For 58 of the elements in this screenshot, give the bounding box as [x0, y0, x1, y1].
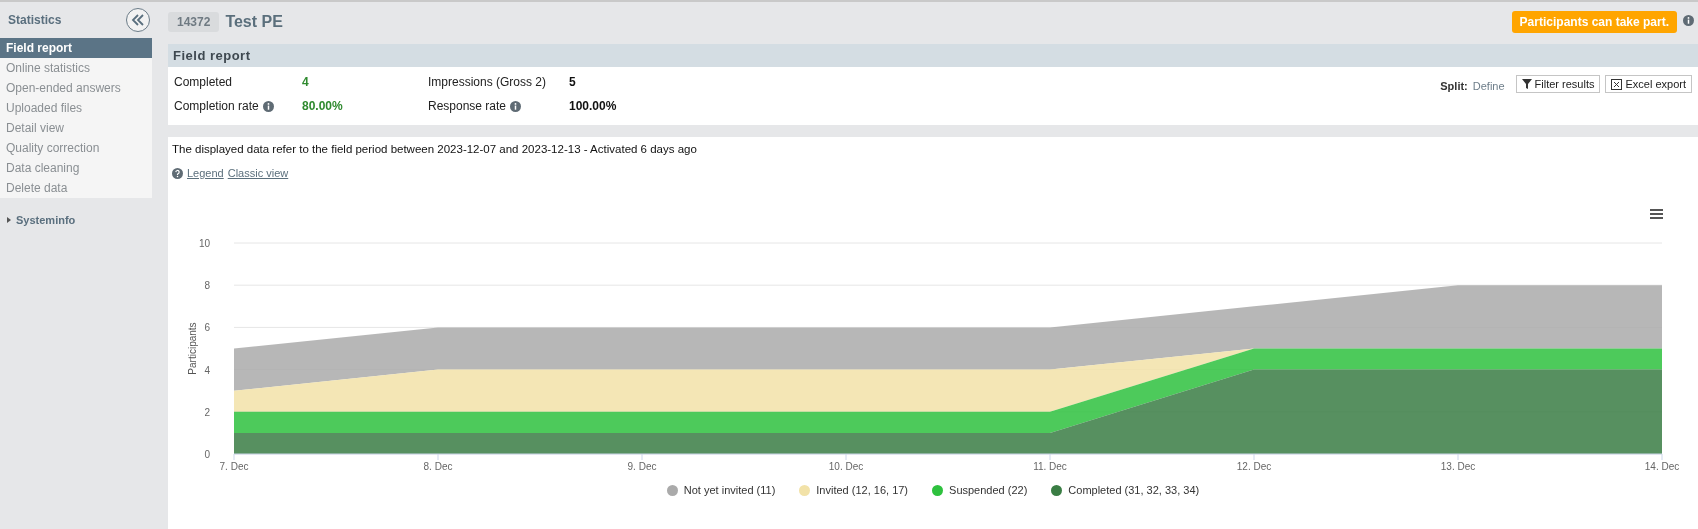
stat-label: Response rate — [428, 99, 507, 113]
sidebar-item[interactable]: Detail view — [0, 118, 152, 138]
stat-value: 4 — [302, 75, 310, 89]
section-header: Field report — [168, 44, 1698, 67]
collapse-button[interactable] — [126, 8, 150, 32]
stat-label: Impressions (Gross 2) — [428, 75, 547, 89]
stat-label: Completed — [174, 75, 233, 89]
legend-item[interactable]: Invited (12, 16, 17) — [799, 484, 909, 496]
x-tick-label: 7. Dec — [219, 461, 249, 472]
spreadsheet-icon — [1611, 78, 1623, 90]
help-icon — [172, 167, 183, 179]
y-tick-label: 0 — [204, 449, 210, 460]
stat-value: 100.00% — [569, 99, 618, 113]
sidebar-item[interactable]: Quality correction — [0, 138, 152, 158]
x-tick-label: 12. Dec — [1236, 461, 1272, 472]
define-link[interactable]: Define — [1472, 80, 1505, 92]
y-axis-title: Participants — [187, 322, 198, 375]
menu-icon[interactable] — [1650, 209, 1663, 219]
classic-view-link[interactable]: Classic view — [227, 167, 289, 179]
legend-item[interactable]: Not yet invited (11) — [666, 484, 776, 496]
x-tick-label: 11. Dec — [1033, 461, 1067, 472]
funnel-icon — [1521, 79, 1532, 89]
legend-link[interactable]: Legend — [187, 167, 224, 179]
sidebar-item[interactable]: Field report — [0, 38, 152, 58]
project-id: 14372 — [168, 12, 220, 32]
info-icon — [1683, 15, 1694, 26]
sidebar-item[interactable]: Uploaded files — [0, 98, 152, 118]
y-tick-label: 8 — [204, 280, 210, 292]
split-label: Split: — [1440, 80, 1468, 92]
y-tick-label: 10 — [198, 238, 210, 249]
legend-item[interactable]: Completed (31, 32, 33, 34) — [1051, 484, 1200, 496]
filter-button[interactable]: Filter results — [1515, 75, 1601, 93]
triangle-icon — [6, 217, 12, 223]
field-period-note: The displayed data refer to the field period between 2023-12-07 and 2023-12-13 - Activated 6 days ago — [172, 143, 698, 155]
y-tick-label: 2 — [204, 406, 210, 418]
stat-label: Completion rate — [174, 99, 259, 113]
x-tick-label: 13. Dec — [1440, 461, 1476, 472]
project-title: Test PE — [225, 13, 284, 31]
systeminfo-toggle[interactable]: Systeminfo — [0, 214, 152, 226]
x-tick-label: 10. Dec — [828, 461, 864, 472]
y-tick-label: 4 — [204, 364, 210, 376]
status-badge: Participants can take part. — [1511, 11, 1677, 33]
export-button[interactable]: Excel export — [1605, 75, 1692, 93]
sidebar-title: Statistics — [8, 13, 62, 27]
info-icon — [510, 100, 522, 112]
stat-value: 5 — [569, 75, 577, 89]
sidebar-item[interactable]: Open-ended answers — [0, 78, 152, 98]
stat-value: 80.00% — [302, 99, 344, 113]
sidebar-item[interactable]: Delete data — [0, 178, 152, 198]
legend-item[interactable]: Suspended (22) — [932, 484, 1028, 496]
y-tick-label: 6 — [204, 322, 210, 334]
x-tick-label: 9. Dec — [627, 461, 657, 472]
info-icon — [262, 100, 274, 112]
x-tick-label: 14. Dec — [1644, 461, 1680, 472]
sidebar-item[interactable]: Data cleaning — [0, 158, 152, 178]
double-chevron-left-icon — [131, 14, 145, 26]
sidebar-item[interactable]: Online statistics — [0, 58, 152, 78]
x-tick-label: 8. Dec — [423, 461, 453, 472]
